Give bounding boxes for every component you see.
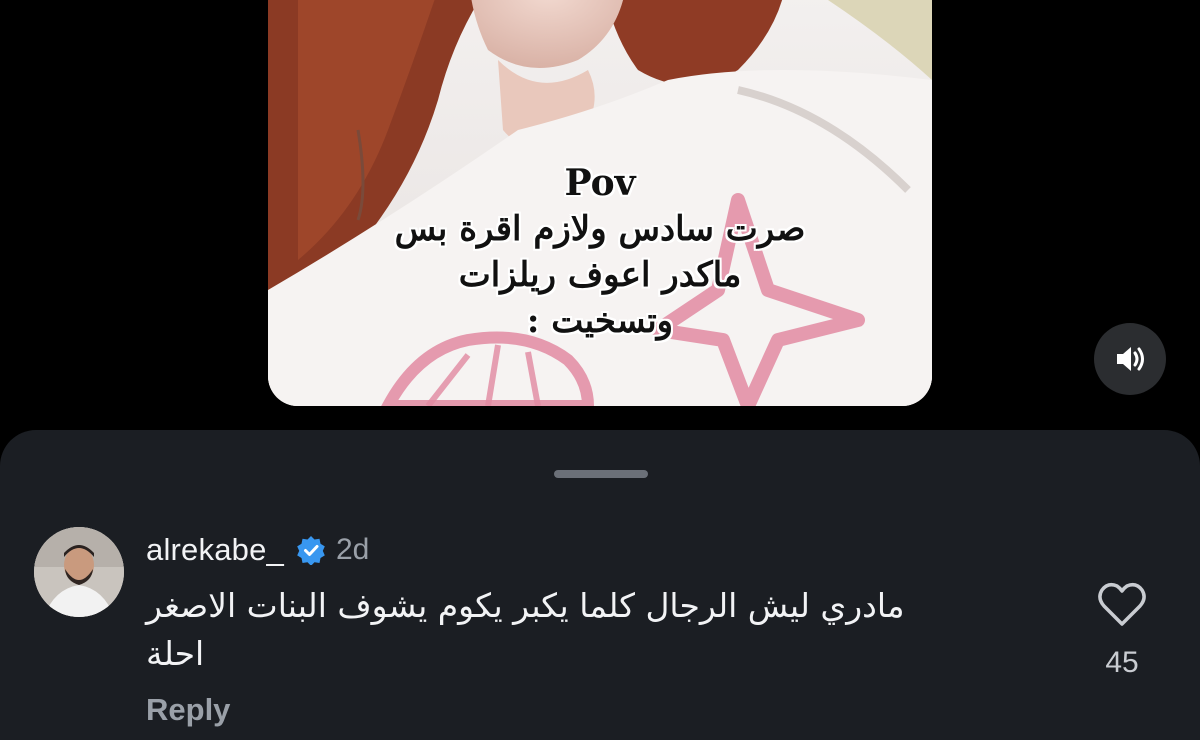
video-caption-overlay: Pov صرت سادس ولازم اقرة بس ماكدر اعوف ري…	[268, 160, 932, 344]
video-player[interactable]: Pov صرت سادس ولازم اقرة بس ماكدر اعوف ري…	[268, 0, 932, 406]
caption-line-2: ماكدر اعوف ريلزات	[458, 255, 742, 295]
comment-body: مادري ليش الرجال كلما يكبر يكوم يشوف الب…	[146, 582, 970, 678]
avatar[interactable]	[34, 527, 124, 617]
screen: Pov صرت سادس ولازم اقرة بس ماكدر اعوف ري…	[0, 0, 1200, 740]
verified-badge-icon	[297, 536, 325, 565]
comment-timestamp: 2d	[335, 533, 370, 566]
sheet-drag-handle[interactable]	[554, 470, 648, 478]
caption-line-1: صرت سادس ولازم اقرة بس	[394, 209, 806, 249]
heart-outline-icon[interactable]	[1096, 580, 1148, 628]
comment-text-line-2: احلة	[146, 634, 205, 673]
caption-line-3: وتسخيت :	[526, 301, 674, 341]
like-count: 45	[1105, 646, 1139, 679]
speaker-volume-icon	[1117, 347, 1144, 371]
comment-username[interactable]: alrekabe_	[146, 532, 284, 568]
reply-button[interactable]: Reply	[146, 692, 230, 728]
comment-text-line-1: مادري ليش الرجال كلما يكبر يكوم يشوف الب…	[146, 586, 905, 625]
comment-header: alrekabe_ 2d	[146, 530, 369, 570]
sound-toggle-button[interactable]	[1094, 323, 1166, 395]
comments-sheet: alrekabe_ 2d مادري ليش الرجال كلما يكبر …	[0, 430, 1200, 740]
caption-line-pov: Pov	[564, 162, 636, 204]
avatar-image	[34, 527, 124, 617]
